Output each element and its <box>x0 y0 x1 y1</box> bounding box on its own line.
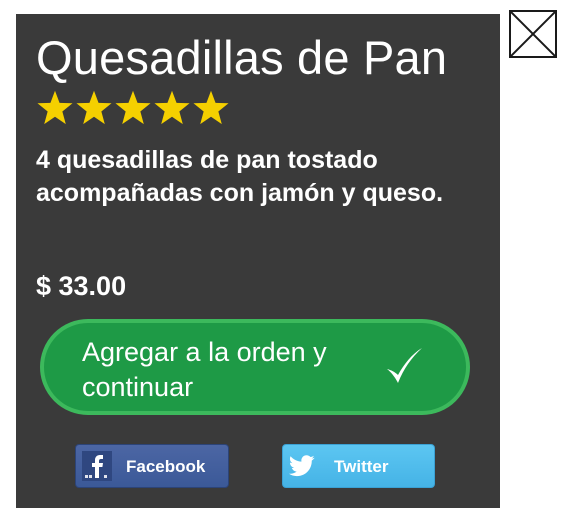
star-icon <box>37 90 73 125</box>
facebook-share-button[interactable]: Facebook <box>75 444 229 488</box>
facebook-share-label: Facebook <box>126 457 206 476</box>
close-icon <box>511 12 555 56</box>
product-price: $ 33.00 <box>36 271 127 301</box>
add-to-order-label: Agregar a la orden y continuar <box>82 337 327 402</box>
product-card <box>16 14 500 508</box>
product-title: Quesadillas de Pan <box>36 31 448 84</box>
product-description: 4 quesadillas de pan tostado acompañadas… <box>36 146 444 207</box>
facebook-icon <box>82 451 112 481</box>
add-to-order-button[interactable]: Agregar a la orden y continuar <box>40 319 470 415</box>
twitter-share-button[interactable]: Twitter <box>282 444 435 488</box>
star-icon <box>193 90 229 125</box>
rating-stars <box>36 90 230 126</box>
star-icon <box>76 90 112 125</box>
check-icon <box>387 348 422 383</box>
twitter-share-label: Twitter <box>334 457 389 476</box>
star-icon <box>154 90 190 125</box>
close-button[interactable] <box>509 10 557 58</box>
twitter-icon <box>289 455 315 477</box>
star-icon <box>115 90 151 125</box>
